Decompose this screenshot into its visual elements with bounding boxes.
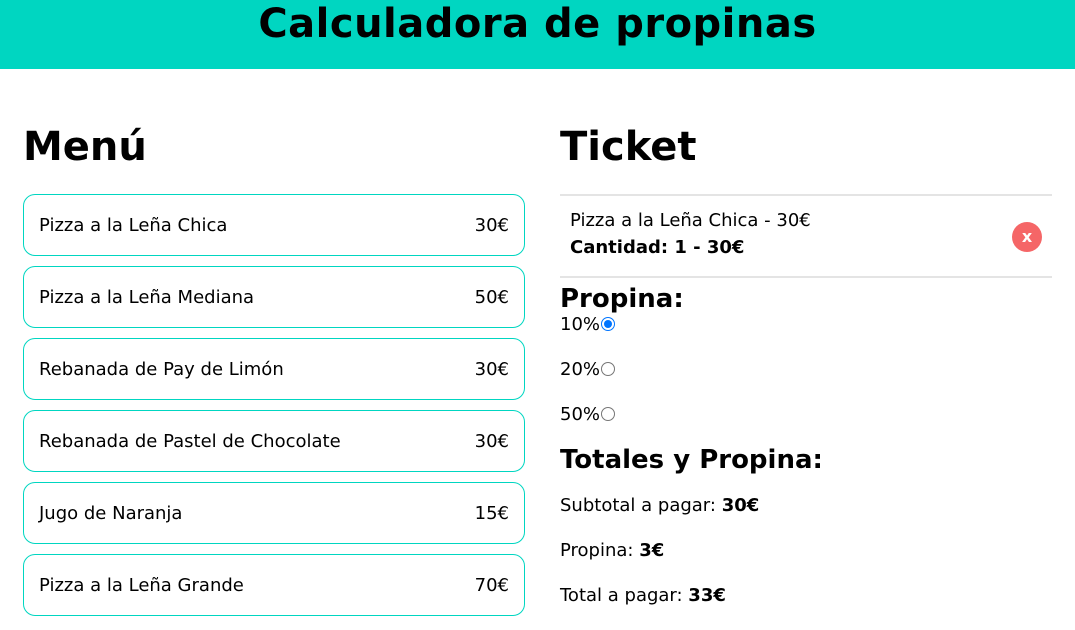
menu-item-name: Pizza a la Leña Mediana [39, 286, 255, 308]
total-label: Total a pagar: [560, 585, 689, 606]
ticket-section: Ticket Pizza a la Leña Chica - 30€ Canti… [560, 122, 1052, 630]
tip-title: Propina: [560, 284, 684, 314]
menu-item[interactable]: Rebanada de Pastel de Chocolate 30€ [23, 410, 525, 472]
menu-item-price: 30€ [474, 430, 509, 452]
totals-title: Totales y Propina: [560, 445, 823, 475]
tip-option-label: 10% [560, 314, 601, 335]
ticket-title: Ticket [560, 124, 697, 170]
menu-item-price: 30€ [474, 358, 509, 380]
menu-item[interactable]: Pizza a la Leña Chica 30€ [23, 194, 525, 256]
remove-item-button[interactable]: x [1012, 222, 1042, 252]
page-title: Calculadora de propinas [258, 0, 817, 47]
menu-item[interactable]: Jugo de Naranja 15€ [23, 482, 525, 544]
total-line: Total a pagar: 33€ [560, 585, 1052, 630]
total-value: 33€ [688, 585, 726, 606]
tip-amount-label: Propina: [560, 540, 640, 561]
tip-option-label: 50% [560, 404, 601, 425]
order-item-quantity: Cantidad: 1 - 30€ [570, 237, 745, 258]
menu-item-price: 70€ [474, 574, 509, 596]
tip-line: Propina: 3€ [560, 540, 1052, 585]
menu-item-name: Pizza a la Leña Chica [39, 214, 228, 236]
menu-item-name: Rebanada de Pay de Limón [39, 358, 284, 380]
subtotal-line: Subtotal a pagar: 30€ [560, 495, 1052, 540]
menu-item-name: Pizza a la Leña Grande [39, 574, 244, 596]
order-item-description: Pizza a la Leña Chica - 30€ [570, 210, 811, 231]
menu-item[interactable]: Pizza a la Leña Mediana 50€ [23, 266, 525, 328]
tip-option-20[interactable]: 20% [560, 359, 1052, 404]
tip-amount-value: 3€ [639, 540, 665, 561]
menu-section: Menú Pizza a la Leña Chica 30€ Pizza a l… [23, 122, 525, 626]
tip-radio[interactable] [601, 362, 616, 376]
tip-radio[interactable] [601, 407, 616, 421]
tip-option-10[interactable]: 10% [560, 314, 1052, 359]
subtotal-label: Subtotal a pagar: [560, 495, 722, 516]
menu-item-name: Rebanada de Pastel de Chocolate [39, 430, 341, 452]
tip-radio[interactable] [601, 317, 616, 331]
app-header: Calculadora de propinas [0, 0, 1075, 69]
subtotal-value: 30€ [721, 495, 760, 516]
menu-title: Menú [23, 124, 147, 170]
tip-option-50[interactable]: 50% [560, 404, 1052, 449]
menu-item-price: 50€ [474, 286, 509, 308]
menu-item[interactable]: Pizza a la Leña Grande 70€ [23, 554, 525, 616]
order-item: Pizza a la Leña Chica - 30€ Cantidad: 1 … [560, 194, 1052, 278]
menu-item-price: 15€ [474, 502, 509, 524]
menu-item-price: 30€ [474, 214, 509, 236]
tip-option-label: 20% [560, 359, 601, 380]
menu-item[interactable]: Rebanada de Pay de Limón 30€ [23, 338, 525, 400]
menu-item-name: Jugo de Naranja [39, 502, 183, 524]
